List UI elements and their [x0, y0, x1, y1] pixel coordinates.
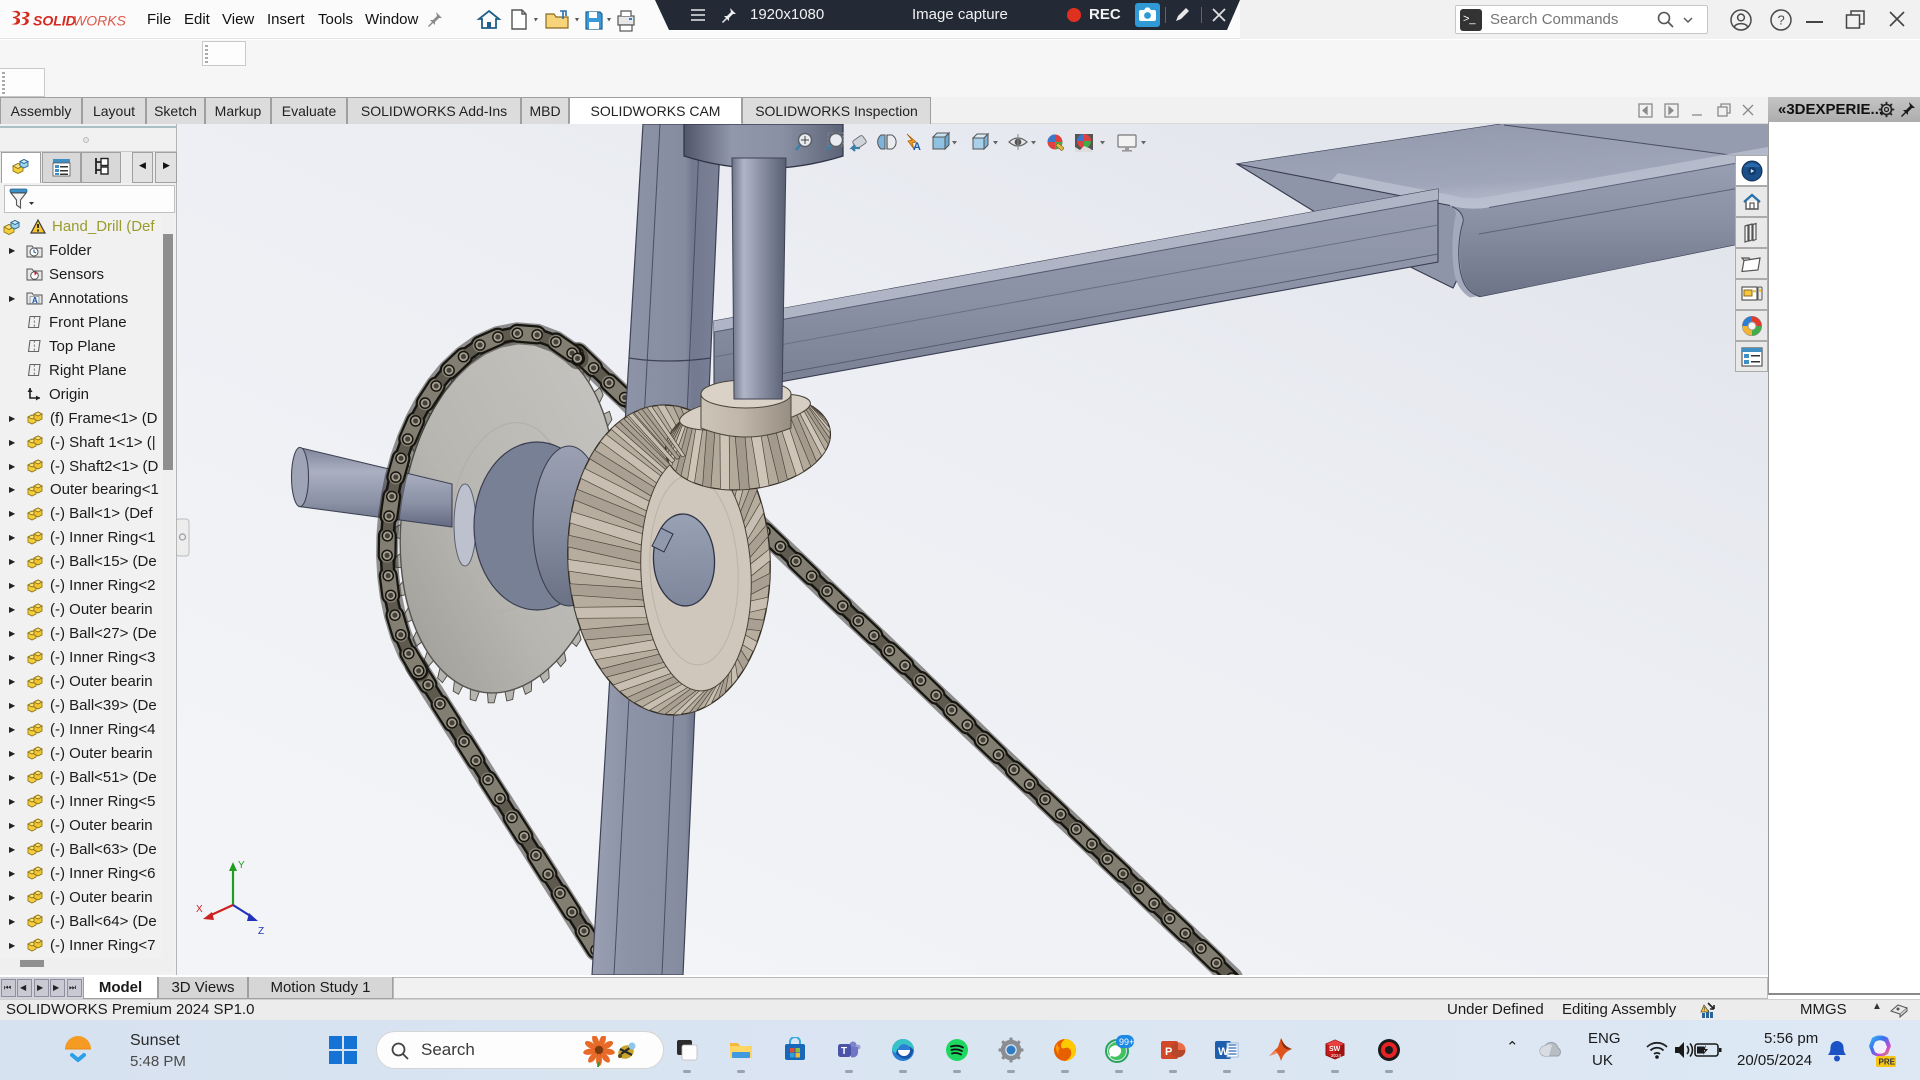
- svg-text:PRE: PRE: [1879, 1058, 1896, 1067]
- svg-text:T: T: [841, 1046, 847, 1057]
- svg-text:W: W: [1218, 1046, 1229, 1058]
- svg-text:?: ?: [1778, 13, 1785, 28]
- svg-text:P: P: [1165, 1046, 1172, 1058]
- svg-text:A: A: [32, 296, 38, 305]
- svg-text:Z: Z: [258, 926, 264, 937]
- svg-text:A: A: [913, 141, 921, 153]
- svg-text:X: X: [196, 904, 203, 915]
- svg-text:SW: SW: [1329, 1046, 1341, 1053]
- svg-text:Y: Y: [238, 860, 245, 871]
- svg-text:SOLID: SOLID: [33, 13, 76, 29]
- svg-text:99+: 99+: [1119, 1037, 1134, 1047]
- svg-text:2024: 2024: [1331, 1053, 1342, 1058]
- svg-text:WORKS: WORKS: [73, 13, 127, 29]
